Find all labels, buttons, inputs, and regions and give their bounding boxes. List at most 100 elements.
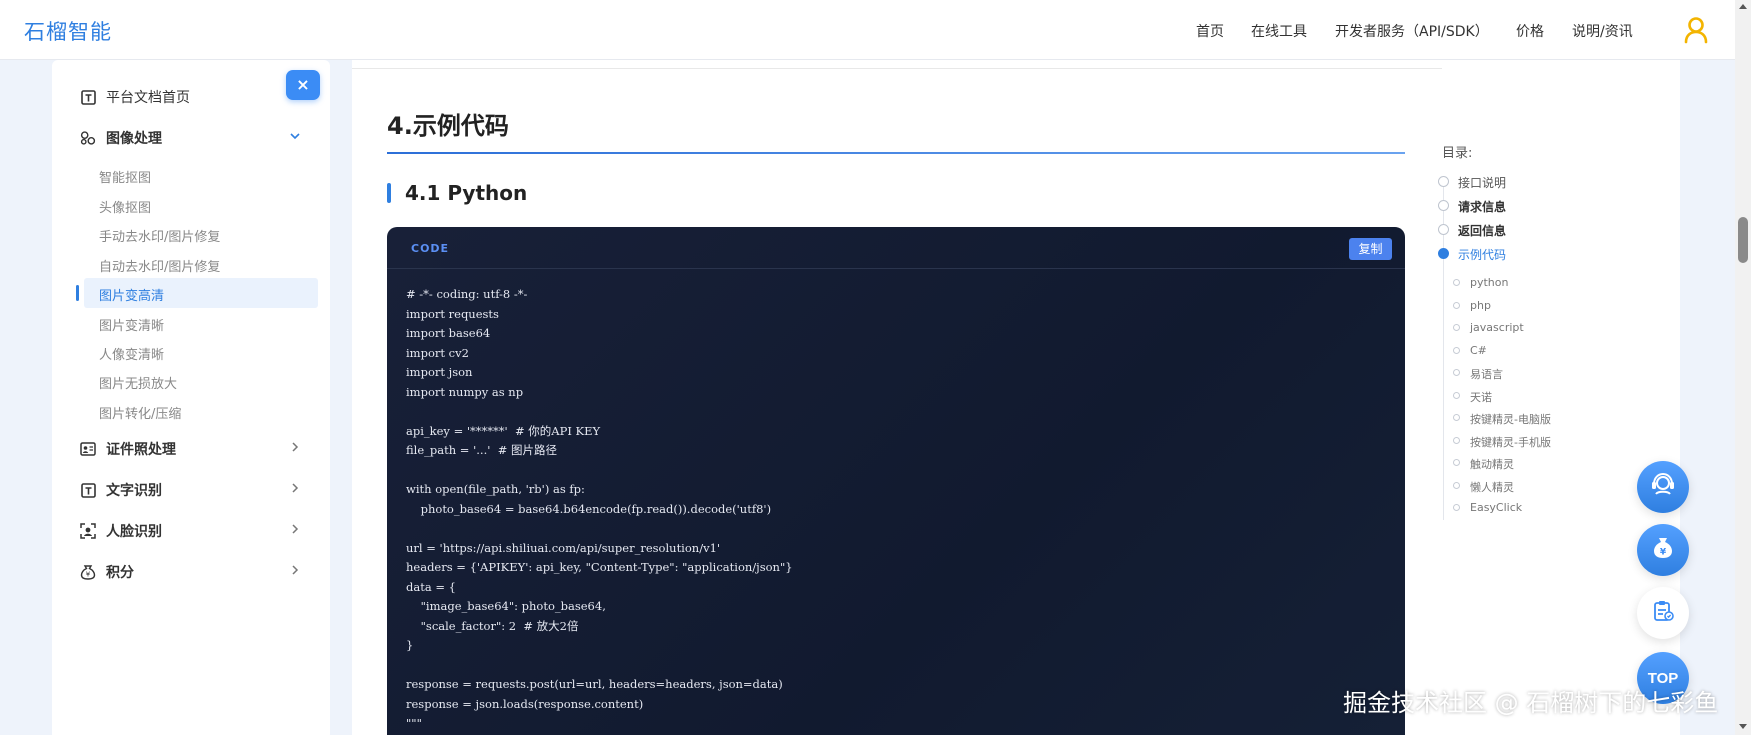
code-line: response = requests.post(url=url, header…	[406, 677, 783, 691]
sidebar-subitem-auto-watermark[interactable]: 自动去水印/图片修复	[99, 256, 220, 275]
sidebar-item-image-processing[interactable]: 图像处理	[80, 126, 162, 150]
watermark-text: 掘金技术社区 @ 石榴树下的七彩鱼	[1343, 689, 1719, 717]
toc-item-api-desc[interactable]: 接口说明	[1458, 174, 1506, 191]
sidebar-item-id-photo[interactable]: 证件照处理	[80, 437, 176, 461]
nav-online-tools[interactable]: 在线工具	[1251, 21, 1307, 41]
sidebar-subitem-smart-matting[interactable]: 智能抠图	[99, 167, 151, 186]
recharge-button[interactable]: ¥	[1637, 524, 1689, 576]
toc-dot	[1438, 224, 1449, 235]
svg-text:¥: ¥	[86, 571, 91, 579]
code-line: headers = {'APIKEY': api_key, "Content-T…	[406, 560, 793, 574]
nav-developer-services[interactable]: 开发者服务（API/SDK）	[1335, 21, 1489, 41]
sidebar-subitem-super-resolution[interactable]: 图片变高清	[99, 285, 164, 304]
sidebar-subitem-sharpen[interactable]: 图片变清晰	[99, 315, 164, 334]
sidebar-item-label: 积分	[106, 565, 134, 581]
sidebar-item-text-recognition[interactable]: 文字识别	[80, 478, 162, 502]
close-sidebar-button[interactable]: ×	[286, 70, 320, 100]
toc-item-request[interactable]: 请求信息	[1458, 198, 1506, 215]
sidebar-item-points[interactable]: ¥ 积分	[80, 560, 134, 584]
chevron-right-icon[interactable]	[289, 523, 301, 539]
svg-text:¥: ¥	[1660, 548, 1667, 558]
code-line: import numpy as np	[406, 384, 524, 399]
document-icon	[80, 89, 96, 105]
toc-subitem-ajjl-mobile[interactable]: 按键精灵-手机版	[1470, 434, 1551, 450]
sidebar-subitem-avatar-matting[interactable]: 头像抠图	[99, 197, 151, 216]
code-line: import requests	[406, 306, 499, 321]
toc-subdot	[1453, 437, 1460, 444]
text-recognition-icon	[80, 482, 96, 498]
user-icon[interactable]	[1683, 16, 1709, 44]
nav-pricing[interactable]: 价格	[1516, 21, 1544, 41]
sidebar-item-doc-home[interactable]: 平台文档首页	[80, 85, 190, 109]
toc-item-response[interactable]: 返回信息	[1458, 222, 1506, 239]
chevron-down-icon[interactable]	[289, 130, 301, 146]
sidebar-item-label: 图像处理	[106, 131, 162, 147]
code-line: url = 'https://api.shiliuai.com/api/supe…	[406, 540, 721, 555]
code-block: CODE 复制 # -*- coding: utf-8 -*- import re…	[387, 227, 1405, 735]
feedback-button[interactable]	[1637, 587, 1689, 639]
toc-subitem-tiannuo[interactable]: 天诺	[1470, 389, 1492, 405]
sidebar-item-label: 证件照处理	[106, 442, 176, 458]
toc-subitem-lazy-sprite[interactable]: 懒人精灵	[1470, 479, 1514, 495]
image-process-icon	[80, 130, 96, 146]
toc-subitem-php[interactable]: php	[1470, 299, 1491, 312]
active-item-indicator	[76, 285, 79, 301]
sidebar-subitem-convert-compress[interactable]: 图片转化/压缩	[99, 403, 181, 422]
subsection-title: 4.1 Python	[405, 181, 528, 205]
toc-subitem-javascript[interactable]: javascript	[1470, 321, 1524, 334]
code-content[interactable]: # -*- coding: utf-8 -*- import requests im…	[406, 285, 793, 734]
code-line: file_path = '...' # 图片路径	[406, 443, 557, 457]
scroll-up-icon[interactable]	[1739, 4, 1747, 9]
sidebar-subitem-lossless-upscale[interactable]: 图片无损放大	[99, 373, 177, 392]
toc-title: 目录:	[1442, 146, 1473, 161]
toc-subdot	[1453, 279, 1460, 286]
section-underline	[387, 152, 1405, 154]
sidebar-item-label: 文字识别	[106, 483, 162, 499]
chevron-right-icon[interactable]	[289, 482, 301, 498]
toc-subitem-ajjl-pc[interactable]: 按键精灵-电脑版	[1470, 411, 1551, 427]
sidebar-item-face-recognition[interactable]: 人脸识别	[80, 519, 162, 543]
scroll-down-icon[interactable]	[1739, 724, 1747, 729]
toc-dot	[1438, 176, 1449, 187]
code-line: "scale_factor": 2 # 放大2倍	[406, 618, 579, 633]
copy-button[interactable]: 复制	[1349, 238, 1392, 260]
sidebar-item-label: 平台文档首页	[106, 90, 190, 106]
sidebar-subitem-portrait-sharpen[interactable]: 人像变清晰	[99, 344, 164, 363]
code-line: import base64	[406, 326, 491, 340]
chevron-right-icon[interactable]	[289, 564, 301, 580]
nav-news[interactable]: 说明/资讯	[1572, 21, 1633, 41]
toc-subitem-python[interactable]: python	[1470, 276, 1508, 289]
code-block-header: CODE 复制	[387, 227, 1405, 269]
chevron-right-icon[interactable]	[289, 441, 301, 457]
toc-subdot	[1453, 414, 1460, 421]
toc-subdot	[1453, 369, 1460, 376]
toc-subdot	[1453, 302, 1460, 309]
toc-subitem-eyuyan[interactable]: 易语言	[1470, 366, 1503, 382]
toc-subitem-touchsprite[interactable]: 触动精灵	[1470, 456, 1514, 472]
toc-subdot	[1453, 504, 1460, 511]
code-line: "image_base64": photo_base64,	[406, 599, 606, 613]
page-scrollbar[interactable]	[1735, 0, 1751, 735]
toc-subdot	[1453, 347, 1460, 354]
toc-subitem-easyclick[interactable]: EasyClick	[1470, 501, 1522, 514]
scrollbar-thumb[interactable]	[1738, 217, 1748, 263]
customer-service-button[interactable]	[1637, 461, 1689, 513]
code-language-label: CODE	[411, 242, 450, 255]
brand-logo[interactable]: 石榴智能	[24, 16, 112, 46]
code-line: import cv2	[406, 345, 469, 360]
toc-subdot	[1453, 324, 1460, 331]
sidebar-item-label: 人脸识别	[106, 524, 162, 540]
code-line: }	[406, 638, 414, 652]
toc-item-example-code[interactable]: 示例代码	[1458, 246, 1506, 263]
nav-home[interactable]: 首页	[1196, 21, 1224, 41]
code-line: api_key = '******' # 你的API KEY	[406, 423, 601, 438]
section-title: 4.示例代码	[387, 112, 509, 140]
money-bag-icon: ¥	[1650, 535, 1676, 565]
toc-subitem-csharp[interactable]: C#	[1470, 344, 1487, 357]
sidebar-subitem-manual-watermark[interactable]: 手动去水印/图片修复	[99, 226, 220, 245]
code-line: import json	[406, 365, 473, 379]
code-line: with open(file_path, 'rb') as fp:	[406, 482, 585, 496]
